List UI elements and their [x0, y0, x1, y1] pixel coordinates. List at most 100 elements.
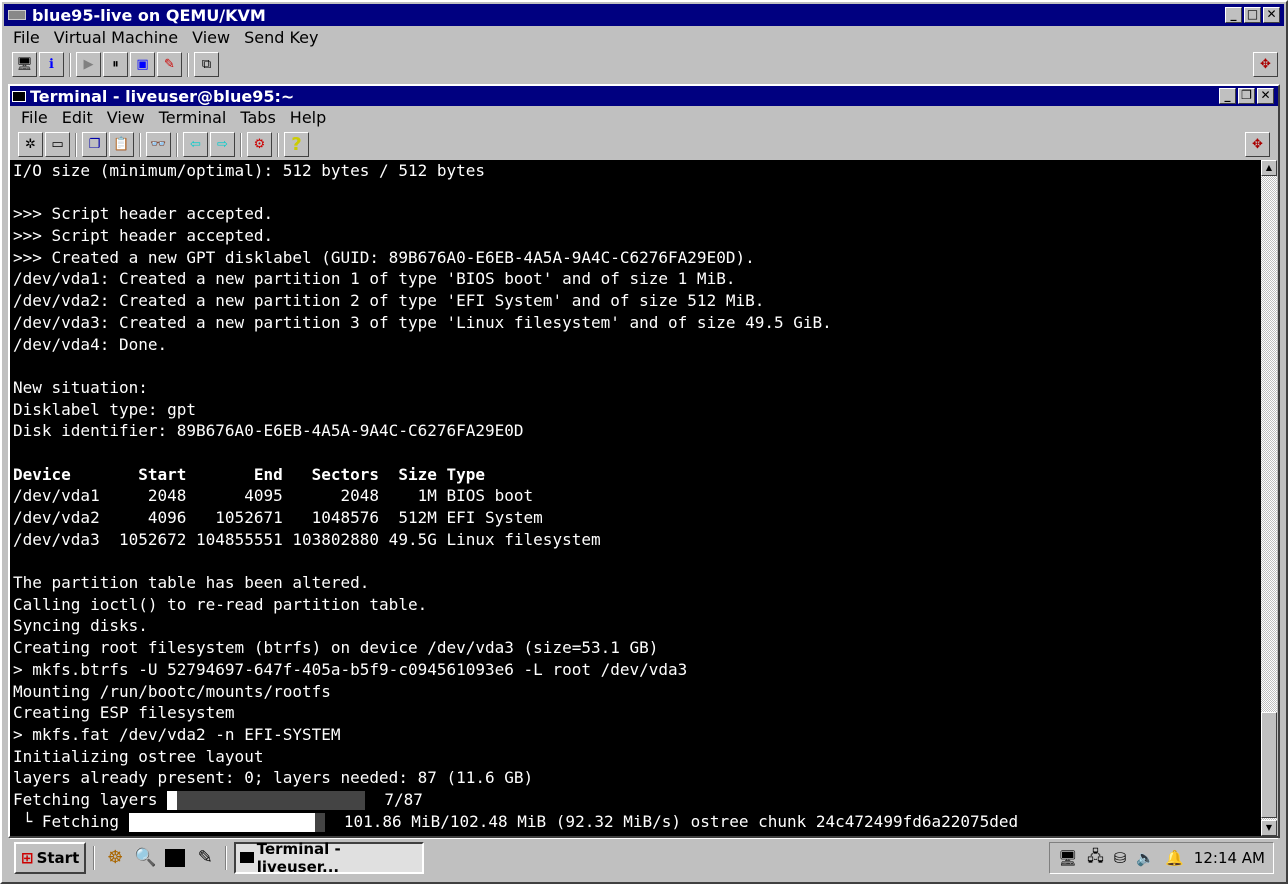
term-menu-help[interactable]: Help — [283, 108, 333, 127]
vm-app-icon — [8, 10, 26, 20]
help-icon[interactable]: ? — [284, 132, 309, 157]
display-icon[interactable]: 🖥 — [1058, 849, 1077, 867]
term-menu-tabs[interactable]: Tabs — [233, 108, 282, 127]
task-label: Terminal - liveuser... — [256, 839, 341, 876]
system-tray: 🖥 🖧 ⛁ 🔈 🔔 12:14 AM — [1049, 842, 1274, 874]
new-tab-icon[interactable]: ✲ — [18, 132, 43, 157]
menu-virtual-machine[interactable]: Virtual Machine — [47, 28, 185, 47]
editor-icon[interactable]: ✎ — [192, 845, 218, 871]
scroll-up-button[interactable]: ▲ — [1261, 160, 1277, 176]
terminal-title: Terminal - liveuser@blue95:~ — [30, 86, 295, 106]
terminal-line: Calling ioctl() to re-read partition tab… — [13, 594, 428, 614]
terminal-line: /dev/vda1 2048 4095 2048 1M BIOS boot — [13, 486, 534, 506]
scrollbar-thumb[interactable] — [1261, 712, 1277, 818]
vm-menubar: File Virtual Machine View Send Key — [6, 28, 325, 47]
terminal-menubar: File Edit View Terminal Tabs Help — [14, 108, 333, 127]
terminal-line: /dev/vda3: Created a new partition 3 of … — [13, 312, 832, 332]
chunk-label: └ Fetching — [13, 811, 119, 831]
terminal-line: Creating ESP filesystem — [13, 703, 235, 723]
terminal-line: > mkfs.fat /dev/vda2 -n EFI-SYSTEM — [13, 724, 341, 744]
chunk-status: 101.86 MiB/102.48 MiB (92.32 MiB/s) ostr… — [343, 811, 1019, 831]
terminal-line: >>> Created a new GPT disklabel (GUID: 8… — [13, 247, 755, 267]
shutdown-icon[interactable]: ▣ — [130, 52, 155, 77]
vm-toolbar: 🖥 ℹ ▶ ⏸ ▣ ✎ ⧉ — [12, 52, 219, 77]
prev-tab-icon[interactable]: ⇦ — [183, 132, 208, 157]
usb-icon[interactable]: ⛁ — [1114, 849, 1127, 867]
progress-layers-label: Fetching layers — [13, 789, 158, 809]
terminal-line: /dev/vda3 1052672 104855551 103802880 49… — [13, 529, 601, 549]
find-icon[interactable]: 👓 — [146, 132, 171, 157]
terminal-icon[interactable] — [162, 845, 188, 871]
snapshot-icon[interactable]: ✎ — [157, 52, 182, 77]
start-label: Start — [36, 848, 80, 867]
start-button[interactable]: ⊞ Start — [14, 841, 87, 874]
terminal-line: >>> Script header accepted. — [13, 204, 274, 224]
close-button[interactable]: ✕ — [1263, 7, 1280, 23]
preferences-icon[interactable]: ⚙ — [247, 132, 272, 157]
taskbar-terminal-button[interactable]: Terminal - liveuser... — [234, 839, 425, 876]
run-icon[interactable]: ▶ — [76, 52, 101, 77]
fullscreen-icon[interactable]: ⧉ — [194, 52, 219, 77]
terminal-line: I/O size (minimum/optimal): 512 bytes / … — [13, 161, 486, 180]
pause-icon[interactable]: ⏸ — [103, 52, 128, 77]
network-icon[interactable]: 🖧 — [1087, 846, 1104, 871]
term-menu-edit[interactable]: Edit — [55, 108, 100, 127]
terminal-line: /dev/vda2: Created a new partition 2 of … — [13, 291, 765, 311]
terminal-line: /dev/vda2 4096 1052671 1048576 512M EFI … — [13, 508, 543, 527]
layers-progress-bar — [167, 790, 366, 810]
terminal-app-icon — [12, 90, 26, 102]
terminal-minimize-button[interactable]: _ — [1219, 88, 1236, 104]
next-tab-icon[interactable]: ⇨ — [210, 132, 235, 157]
terminal-output[interactable]: I/O size (minimum/optimal): 512 bytes / … — [10, 160, 1261, 836]
terminal-line: /dev/vda4: Done. — [13, 334, 168, 354]
copy-icon[interactable]: ❐ — [82, 132, 107, 157]
terminal-resize-icon[interactable]: ✥ — [1245, 132, 1270, 157]
terminal-toolbar: ✲ ▭ ❐ 📋 👓 ⇦ ⇨ ⚙ ? — [18, 132, 309, 157]
notification-bell-icon[interactable]: 🔔 — [1165, 849, 1184, 867]
terminal-line: > mkfs.btrfs -U 52794697-647f-405a-b5f9-… — [13, 659, 688, 679]
terminal-line: The partition table has been altered. — [13, 573, 370, 593]
terminal-line: Disk identifier: 89B676A0-E6EB-4A5A-9A4C… — [13, 421, 524, 441]
term-menu-terminal[interactable]: Terminal — [152, 108, 234, 127]
windows-logo-icon: ⊞ — [21, 848, 34, 867]
terminal-line: New situation: — [13, 377, 148, 397]
maximize-button[interactable]: □ — [1244, 7, 1261, 23]
term-menu-file[interactable]: File — [14, 108, 55, 127]
terminal-line: Creating root filesystem (btrfs) on devi… — [13, 638, 659, 658]
file-search-icon[interactable]: 🔍 — [132, 845, 158, 871]
terminal-close-button[interactable]: ✕ — [1257, 88, 1274, 104]
terminal-line: >>> Script header accepted. — [13, 226, 274, 246]
helm-icon[interactable]: ☸ — [102, 845, 128, 871]
terminal-scrollbar[interactable]: ▲ ▼ — [1261, 160, 1277, 836]
details-icon[interactable]: ℹ — [39, 52, 64, 77]
volume-icon[interactable]: 🔈 — [1136, 849, 1155, 867]
minimize-button[interactable]: _ — [1225, 7, 1242, 23]
clock: 12:14 AM — [1193, 849, 1265, 867]
progress-layers-line: Fetching layers 7/87 — [10, 789, 1261, 811]
terminal-restore-button[interactable]: ❐ — [1238, 88, 1255, 104]
resize-icon[interactable]: ✥ — [1253, 52, 1278, 77]
terminal-line: layers already present: 0; layers needed… — [13, 768, 534, 788]
term-menu-view[interactable]: View — [100, 108, 152, 127]
menu-view[interactable]: View — [185, 28, 237, 47]
terminal-line: Syncing disks. — [13, 616, 148, 636]
terminal-line: Initializing ostree layout — [13, 746, 264, 766]
vm-title-bar[interactable]: blue95-live on QEMU/KVM _ □ ✕ — [4, 4, 1284, 26]
menu-file[interactable]: File — [6, 28, 47, 47]
console-icon[interactable]: 🖥 — [12, 52, 37, 77]
terminal-line: Mounting /run/bootc/mounts/rootfs — [13, 681, 331, 701]
taskbar: ⊞ Start ☸ 🔍 ✎ Terminal - liveuser... 🖥 🖧 … — [10, 838, 1278, 876]
progress-chunk-line: └ Fetching 101.86 MiB/102.48 MiB (92.32 … — [10, 811, 1261, 833]
paste-icon[interactable]: 📋 — [109, 132, 134, 157]
vm-title: blue95-live on QEMU/KVM — [32, 5, 266, 25]
terminal-line: /dev/vda1: Created a new partition 1 of … — [13, 269, 736, 289]
scroll-down-button[interactable]: ▼ — [1261, 820, 1277, 836]
menu-send-key[interactable]: Send Key — [237, 28, 325, 47]
terminal-line: Device Start End Sectors Size Type — [13, 464, 486, 484]
terminal-title-bar[interactable]: Terminal - liveuser@blue95:~ _ ❐ ✕ — [10, 86, 1278, 106]
new-window-icon[interactable]: ▭ — [45, 132, 70, 157]
chunk-progress-bar — [128, 812, 325, 832]
